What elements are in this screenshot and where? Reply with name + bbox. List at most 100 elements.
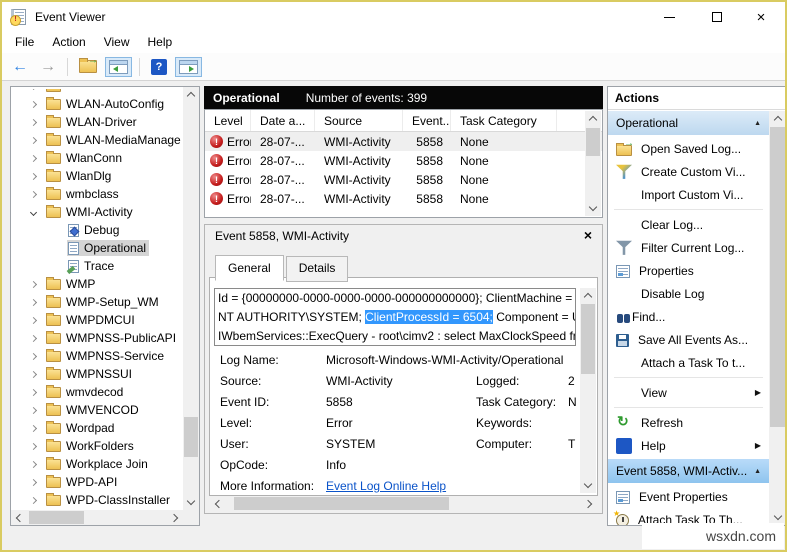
tree-item[interactable]: wmvdecod [11,383,182,401]
scrollbar-thumb[interactable] [234,497,449,510]
tree-item[interactable]: WMI-Activity [11,203,182,221]
actions-section-event[interactable]: Event 5858, WMI-Activ... ▲ [608,459,769,483]
expand-chevron-icon[interactable] [30,208,37,215]
action-item[interactable]: Save All Events As... [608,328,769,351]
tree-vertical-scrollbar[interactable] [183,87,199,510]
scroll-right-icon[interactable] [582,496,597,511]
action-item[interactable]: Find... [608,305,769,328]
column-level[interactable]: Level [205,110,251,131]
expand-chevron-icon[interactable] [30,460,37,467]
expand-chevron-icon[interactable] [30,190,37,197]
minimize-button[interactable] [653,2,685,32]
scrollbar-thumb[interactable] [586,128,600,156]
tree-item[interactable]: WPD-ClassInstaller [11,491,182,509]
tree-item[interactable]: WLAN-AutoConfig [11,95,182,113]
tree-horizontal-scrollbar[interactable] [11,510,183,525]
tree-item[interactable]: Trace [11,257,182,275]
action-item[interactable]: Open Saved Log... [608,137,769,160]
expand-chevron-icon[interactable] [30,334,37,341]
scroll-left-icon[interactable] [11,510,26,525]
help-button[interactable]: ? [147,56,171,78]
action-item[interactable]: Clear Log... [608,213,769,236]
menu-view[interactable]: View [95,32,139,53]
expand-chevron-icon[interactable] [30,118,37,125]
tree-item[interactable]: WorkFolders [11,437,182,455]
maximize-button[interactable] [701,2,733,32]
tree-item[interactable]: WMVENCOD [11,401,182,419]
expand-chevron-icon[interactable] [30,100,37,107]
list-vertical-scrollbar[interactable] [585,111,601,216]
scroll-left-icon[interactable] [210,496,225,511]
show-action-pane-button[interactable] [175,57,202,77]
tree-item[interactable]: WMP [11,275,182,293]
tree-item[interactable]: Debug [11,221,182,239]
expand-chevron-icon[interactable] [30,352,37,359]
tree-item[interactable]: WPD-API [11,473,182,491]
action-item[interactable]: View ▶ [608,381,769,404]
action-item[interactable]: Filter Current Log... [608,236,769,259]
event-description[interactable]: Id = {00000000-0000-0000-0000-0000000000… [214,288,576,346]
action-item[interactable]: Event Properties [608,485,769,508]
expand-chevron-icon[interactable] [30,298,37,305]
tab-general[interactable]: General [215,255,284,281]
tree-item[interactable]: WlanConn [11,149,182,167]
action-item[interactable]: Refresh [608,411,769,434]
show-console-tree-button[interactable] [105,57,132,77]
tree-item[interactable]: WMPNSS-PublicAPI [11,329,182,347]
tree-item[interactable]: WlanDlg [11,167,182,185]
expand-chevron-icon[interactable] [30,370,37,377]
scrollbar-thumb[interactable] [770,127,785,427]
expand-chevron-icon[interactable] [30,172,37,179]
scroll-up-icon[interactable] [580,288,596,303]
menu-help[interactable]: Help [139,32,182,53]
preview-horizontal-scrollbar[interactable] [210,496,597,511]
actions-section-operational[interactable]: Operational ▲ [608,111,769,135]
action-item[interactable]: Properties [608,259,769,282]
preview-close-icon[interactable]: × [584,227,592,243]
event-row[interactable]: Error 28-07-... WMI-Activity 5858 None [205,132,602,151]
expand-chevron-icon[interactable] [30,136,37,143]
tree-item[interactable]: Workplace Join [11,455,182,473]
action-item[interactable] [608,404,769,411]
tree-item[interactable]: WMPNSSUI [11,365,182,383]
scrollbar-thumb[interactable] [581,304,595,374]
event-row[interactable]: Error 28-07-... WMI-Activity 5858 None [205,151,602,170]
scroll-right-icon[interactable] [168,510,183,525]
back-button[interactable]: ← [8,56,32,78]
tree-item[interactable]: WMPDMCUI [11,311,182,329]
collapse-icon[interactable]: ▲ [754,468,761,475]
menu-file[interactable]: File [6,32,43,53]
action-item[interactable] [608,206,769,213]
scroll-up-icon[interactable] [183,87,199,102]
tree-item[interactable]: WLAN-MediaManage [11,131,182,149]
tree-item[interactable]: WLAN-Driver [11,113,182,131]
action-item[interactable]: Disable Log [608,282,769,305]
tree-item[interactable]: Wordpad [11,419,182,437]
scrollbar-thumb[interactable] [29,511,84,524]
action-item[interactable]: Import Custom Vi... [608,183,769,206]
expand-chevron-icon[interactable] [30,316,37,323]
event-row[interactable]: Error 28-07-... WMI-Activity 5858 None [205,170,602,189]
column-date[interactable]: Date a... [251,110,315,131]
expand-chevron-icon[interactable] [30,89,37,90]
tree-item[interactable]: WMPNSS-Service [11,347,182,365]
tab-details[interactable]: Details [286,256,349,282]
open-saved-log-button[interactable] [75,57,101,76]
expand-chevron-icon[interactable] [30,154,37,161]
expand-chevron-icon[interactable] [30,442,37,449]
expand-chevron-icon[interactable] [30,496,37,503]
column-event-id[interactable]: Event... [403,110,451,131]
expand-chevron-icon[interactable] [30,406,37,413]
actions-vertical-scrollbar[interactable] [769,111,786,525]
column-source[interactable]: Source [315,110,403,131]
menu-action[interactable]: Action [43,32,94,53]
collapse-icon[interactable]: ▲ [754,120,761,127]
action-item[interactable]: Attach a Task To t... [608,351,769,374]
close-button[interactable]: × [745,2,777,32]
tree-item[interactable]: WMP-Setup_WM [11,293,182,311]
column-task-category[interactable]: Task Category [451,110,557,131]
forward-button[interactable]: → [36,56,60,78]
expand-chevron-icon[interactable] [30,424,37,431]
scroll-down-icon[interactable] [183,495,199,510]
scrollbar-thumb[interactable] [184,417,198,457]
